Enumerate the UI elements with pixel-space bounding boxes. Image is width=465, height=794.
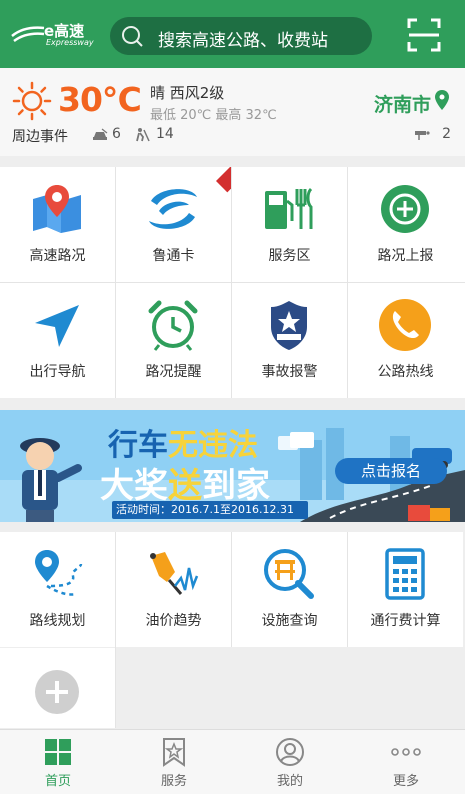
service-navigation[interactable]: 出行导航	[0, 283, 115, 398]
tab-services[interactable]: 服务	[116, 730, 232, 794]
add-circle-icon	[35, 670, 79, 714]
services-grid-bottom: 路线规划 油价趋势 设施查询 通行费计算	[0, 532, 465, 728]
bookmark-star-icon	[163, 738, 185, 767]
add-service-button[interactable]	[0, 648, 115, 728]
plus-circle-icon	[381, 185, 429, 233]
facility-search-icon	[264, 549, 314, 599]
recharge-badge: 充值	[216, 167, 231, 193]
service-label: 事故报警	[261, 364, 318, 380]
lutong-card-icon	[149, 189, 197, 229]
calculator-icon	[385, 548, 425, 600]
scan-icon[interactable]	[407, 18, 441, 52]
search-bar[interactable]: 搜索高速公路、收费站	[110, 17, 372, 55]
logo-swoosh-icon	[11, 26, 45, 43]
temperature: 30℃	[58, 80, 142, 119]
accident-car-icon	[93, 128, 108, 140]
tab-label: 更多	[392, 774, 419, 789]
navigation-arrow-icon	[35, 305, 79, 347]
banner-text: 到家	[202, 466, 270, 506]
route-plan-icon	[35, 550, 83, 596]
banner-text: 送	[168, 466, 202, 506]
gas-restaurant-icon	[265, 187, 313, 229]
bottom-tab-bar: 首页 服务 我的 更多	[0, 729, 465, 794]
sun-icon	[12, 81, 52, 121]
construction-worker-icon	[136, 128, 150, 142]
nearby-events-label: 周边事件	[12, 129, 68, 145]
grid-divider	[0, 282, 465, 283]
city-name[interactable]: 济南市	[374, 90, 431, 117]
construction-count: 14	[156, 126, 174, 142]
service-accident-alarm[interactable]: 事故报警	[232, 283, 347, 398]
service-label: 路况提醒	[145, 364, 202, 380]
weather-condition: 晴 西风2级	[150, 84, 225, 102]
alarm-clock-icon	[148, 300, 198, 351]
search-placeholder: 搜索高速公路、收费站	[158, 31, 328, 51]
more-dots-icon	[391, 748, 421, 756]
home-grid-icon	[45, 739, 71, 765]
tab-mine[interactable]: 我的	[232, 730, 348, 794]
grid-divider	[231, 532, 232, 647]
service-report-traffic[interactable]: 路况上报	[348, 167, 463, 282]
accident-count: 6	[112, 126, 121, 142]
tab-home[interactable]: 首页	[0, 730, 116, 794]
service-highway-traffic[interactable]: 高速路况	[0, 167, 115, 282]
banner-headline-line2: 大奖送到家	[100, 458, 270, 507]
grid-divider	[115, 532, 116, 728]
service-toll-calculator[interactable]: 通行费计算	[348, 532, 463, 647]
app-screen: e高速 Expressway 搜索高速公路、收费站 30℃ 晴 西风2级 最低 …	[0, 0, 465, 794]
map-pin-icon	[33, 185, 81, 233]
service-label: 路况上报	[377, 248, 434, 264]
police-badge-icon	[271, 301, 307, 350]
service-label: 服务区	[268, 248, 311, 264]
service-label: 通行费计算	[370, 613, 441, 629]
tab-more[interactable]: 更多	[348, 730, 464, 794]
service-label: 高速路况	[29, 248, 86, 264]
promo-banner[interactable]: 行车无违法 大奖送到家 活动时间：2016.7.1至2016.12.31 点击报…	[0, 410, 465, 522]
camera-icon	[415, 131, 430, 140]
service-label: 路线规划	[29, 613, 86, 629]
service-fuel-price[interactable]: 油价趋势	[116, 532, 231, 647]
user-icon	[276, 738, 304, 766]
service-traffic-reminder[interactable]: 路况提醒	[116, 283, 231, 398]
service-rest-area[interactable]: 服务区	[232, 167, 347, 282]
banner-date: 活动时间：2016.7.1至2016.12.31	[112, 501, 308, 519]
banner-text: 大奖	[100, 466, 168, 506]
tab-label: 首页	[44, 774, 71, 789]
phone-icon	[379, 299, 431, 351]
services-grid-top: 高速路况 充值 鲁通卡 服务区	[0, 167, 465, 398]
service-label: 公路热线	[377, 364, 434, 380]
signup-button[interactable]: 点击报名	[335, 458, 447, 484]
service-label: 设施查询	[261, 613, 318, 629]
logo-subtitle: Expressway	[46, 38, 94, 47]
temperature-range: 最低 20℃ 最高 32℃	[150, 108, 277, 123]
service-label: 出行导航	[29, 364, 86, 380]
weather-panel[interactable]: 30℃ 晴 西风2级 最低 20℃ 最高 32℃ 济南市 周边事件 6 14 2	[0, 68, 465, 156]
tab-label: 服务	[160, 774, 187, 789]
service-route-planning[interactable]: 路线规划	[0, 532, 115, 647]
fuel-trend-icon	[150, 552, 199, 595]
tab-label: 我的	[276, 774, 303, 789]
service-facility-search[interactable]: 设施查询	[232, 532, 347, 647]
grid-divider	[347, 532, 348, 647]
location-pin-icon	[435, 90, 449, 110]
service-lutong-card[interactable]: 充值 鲁通卡	[116, 167, 231, 282]
service-hotline[interactable]: 公路热线	[348, 283, 463, 398]
service-label: 鲁通卡	[152, 248, 195, 264]
camera-count: 2	[442, 126, 451, 142]
search-icon	[122, 26, 143, 47]
app-logo: e高速 Expressway	[10, 20, 94, 50]
top-header: e高速 Expressway 搜索高速公路、收费站	[0, 0, 465, 68]
service-label: 油价趋势	[145, 613, 202, 629]
